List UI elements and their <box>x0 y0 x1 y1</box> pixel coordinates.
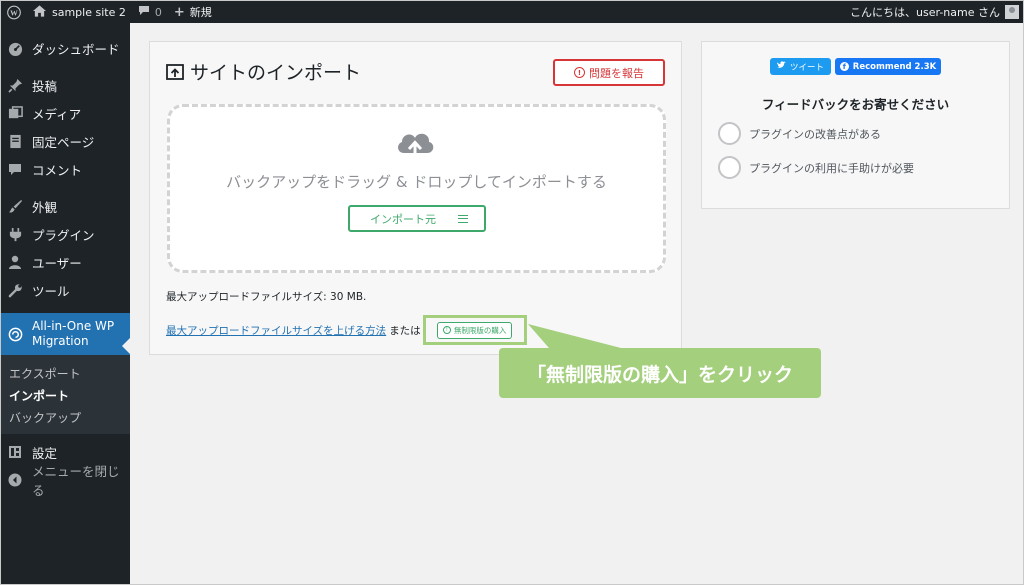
social-buttons: ツイート f Recommend 2.3K <box>770 58 941 75</box>
twitter-bird-icon <box>776 61 786 72</box>
tweet-button[interactable]: ツイート <box>770 58 831 75</box>
facebook-recommend-button[interactable]: f Recommend 2.3K <box>835 58 941 75</box>
feedback-option-label: プラグインの利用に手助けが必要 <box>749 161 914 175</box>
feedback-option-improvement[interactable]: プラグインの改善点がある <box>718 122 881 145</box>
callout-text: 「無制限版の購入」をクリック <box>526 363 793 386</box>
feedback-option-help[interactable]: プラグインの利用に手助けが必要 <box>718 156 914 179</box>
radio-button[interactable] <box>718 156 741 179</box>
feedback-panel: ツイート f Recommend 2.3K フィードバックをお寄せください プラ… <box>701 41 1010 209</box>
instruction-callout: 「無制限版の購入」をクリック <box>499 348 821 398</box>
feedback-title: フィードバックをお寄せください <box>761 97 950 112</box>
radio-button[interactable] <box>718 122 741 145</box>
screenshot-frame: W sample site 2 0 + 新規 こんにちは、user-name さ… <box>0 0 1024 585</box>
recommend-label: Recommend 2.3K <box>852 61 937 72</box>
facebook-icon: f <box>839 62 849 71</box>
tweet-label: ツイート <box>789 62 824 73</box>
feedback-option-label: プラグインの改善点がある <box>749 127 881 141</box>
